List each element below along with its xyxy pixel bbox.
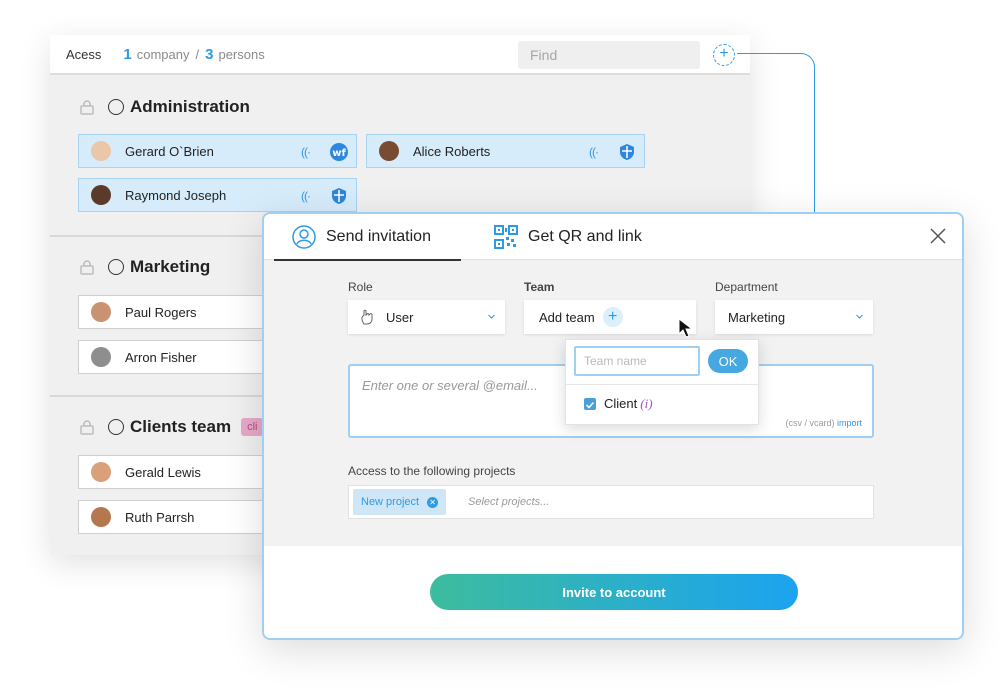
person-name: Paul Rogers bbox=[125, 304, 197, 320]
company-label: company bbox=[136, 46, 190, 62]
shield-icon bbox=[620, 144, 634, 160]
person-row[interactable]: Raymond Joseph ((· bbox=[78, 178, 357, 212]
project-chip: New project ✕ bbox=[353, 489, 447, 515]
lock-icon bbox=[80, 100, 94, 115]
tab-get-qr[interactable]: Get QR and link bbox=[494, 214, 642, 260]
department-value: Marketing bbox=[728, 309, 786, 325]
avatar bbox=[91, 302, 111, 322]
modal-footer: Invite to account bbox=[264, 546, 962, 638]
plus-icon: + bbox=[719, 45, 729, 62]
popover-divider bbox=[566, 384, 758, 385]
person-name: Ruth Parrsh bbox=[125, 509, 195, 525]
project-chip-label: New project bbox=[361, 496, 420, 508]
add-person-button[interactable]: + bbox=[713, 44, 735, 66]
find-input[interactable] bbox=[518, 41, 700, 69]
modal-tabs: Send invitation Get QR and link bbox=[264, 214, 962, 261]
access-header: Acess 1 company / 3 persons + bbox=[50, 35, 750, 75]
avatar bbox=[91, 141, 111, 161]
team-value: Add team bbox=[539, 309, 595, 325]
person-name: Gerard O`Brien bbox=[125, 143, 214, 159]
group-title: Clients team cli bbox=[80, 417, 264, 437]
group-title: Administration bbox=[80, 97, 250, 117]
group-radio[interactable] bbox=[108, 419, 124, 435]
invite-button[interactable]: Invite to account bbox=[430, 574, 798, 610]
person-count: 3 bbox=[205, 45, 214, 63]
import-link[interactable]: import bbox=[837, 418, 862, 428]
stat-separator: / bbox=[195, 46, 200, 62]
invite-modal: Send invitation Get QR and link Role Use… bbox=[262, 212, 964, 640]
group-name: Administration bbox=[130, 97, 250, 116]
signal-icon: ((· bbox=[301, 145, 311, 159]
screen: Acess 1 company / 3 persons + Administra… bbox=[0, 0, 1000, 700]
close-icon[interactable] bbox=[930, 228, 946, 244]
user-icon bbox=[292, 225, 316, 249]
lock-icon bbox=[80, 420, 94, 435]
group-name: Clients team bbox=[130, 417, 232, 436]
person-name: Raymond Joseph bbox=[125, 187, 227, 203]
shield-icon bbox=[332, 188, 346, 204]
company-count: 1 bbox=[123, 45, 132, 63]
team-name-input[interactable] bbox=[574, 346, 700, 376]
wf-icon: wf bbox=[330, 143, 348, 161]
team-label: Team bbox=[524, 280, 555, 294]
tab-label: Send invitation bbox=[326, 228, 431, 245]
import-note: (csv / vcard) import bbox=[785, 418, 862, 428]
group-radio[interactable] bbox=[108, 259, 124, 275]
add-team-plus-icon[interactable]: + bbox=[602, 307, 623, 327]
signal-icon: ((· bbox=[589, 145, 599, 159]
group-administration: Administration Gerard O`Brien ((· wf Ali… bbox=[50, 75, 750, 235]
group-tag: cli bbox=[241, 418, 264, 436]
team-select[interactable]: Add team + bbox=[524, 300, 696, 334]
person-name: Alice Roberts bbox=[413, 143, 491, 159]
chevron-down-icon bbox=[488, 314, 495, 319]
person-name: Arron Fisher bbox=[125, 349, 197, 365]
svg-text:wf: wf bbox=[332, 148, 346, 159]
person-row[interactable]: Alice Roberts ((· bbox=[366, 134, 645, 168]
group-name: Marketing bbox=[130, 257, 211, 276]
chevron-down-icon bbox=[856, 314, 863, 319]
team-popover: OK Client(i) bbox=[565, 339, 759, 425]
group-radio[interactable] bbox=[108, 99, 124, 115]
tab-send-invitation[interactable]: Send invitation bbox=[274, 214, 461, 261]
remove-chip-icon[interactable]: ✕ bbox=[427, 496, 439, 508]
client-label-text: Client bbox=[604, 396, 638, 411]
avatar bbox=[91, 462, 111, 482]
group-title: Marketing bbox=[80, 257, 210, 277]
signal-icon: ((· bbox=[301, 189, 311, 203]
avatar bbox=[91, 185, 111, 205]
lock-icon bbox=[80, 260, 94, 275]
projects-placeholder: Select projects... bbox=[468, 496, 550, 508]
avatar bbox=[91, 507, 111, 527]
info-icon[interactable]: (i) bbox=[640, 396, 652, 411]
check-icon bbox=[585, 401, 595, 409]
department-select[interactable]: Marketing bbox=[715, 300, 873, 334]
role-label: Role bbox=[348, 280, 373, 294]
import-note-text: (csv / vcard) bbox=[785, 418, 835, 428]
projects-select[interactable]: New project ✕ Select projects... bbox=[348, 485, 874, 519]
tab-label: Get QR and link bbox=[528, 228, 642, 245]
role-value: User bbox=[386, 309, 414, 325]
ok-button[interactable]: OK bbox=[708, 349, 748, 373]
avatar bbox=[91, 347, 111, 367]
person-label: persons bbox=[218, 46, 265, 62]
qr-code-icon bbox=[494, 225, 518, 249]
hand-icon bbox=[361, 309, 373, 325]
connector-line bbox=[737, 53, 815, 215]
access-title: Acess bbox=[66, 46, 102, 62]
client-checkbox[interactable] bbox=[584, 398, 596, 410]
mouse-cursor-icon bbox=[678, 318, 694, 338]
role-select[interactable]: User bbox=[348, 300, 505, 334]
department-label: Department bbox=[715, 280, 778, 294]
person-name: Gerald Lewis bbox=[125, 464, 201, 480]
person-row[interactable]: Gerard O`Brien ((· wf bbox=[78, 134, 357, 168]
avatar bbox=[379, 141, 399, 161]
client-option[interactable]: Client (i) bbox=[604, 396, 653, 412]
projects-label: Access to the following projects bbox=[348, 464, 516, 478]
